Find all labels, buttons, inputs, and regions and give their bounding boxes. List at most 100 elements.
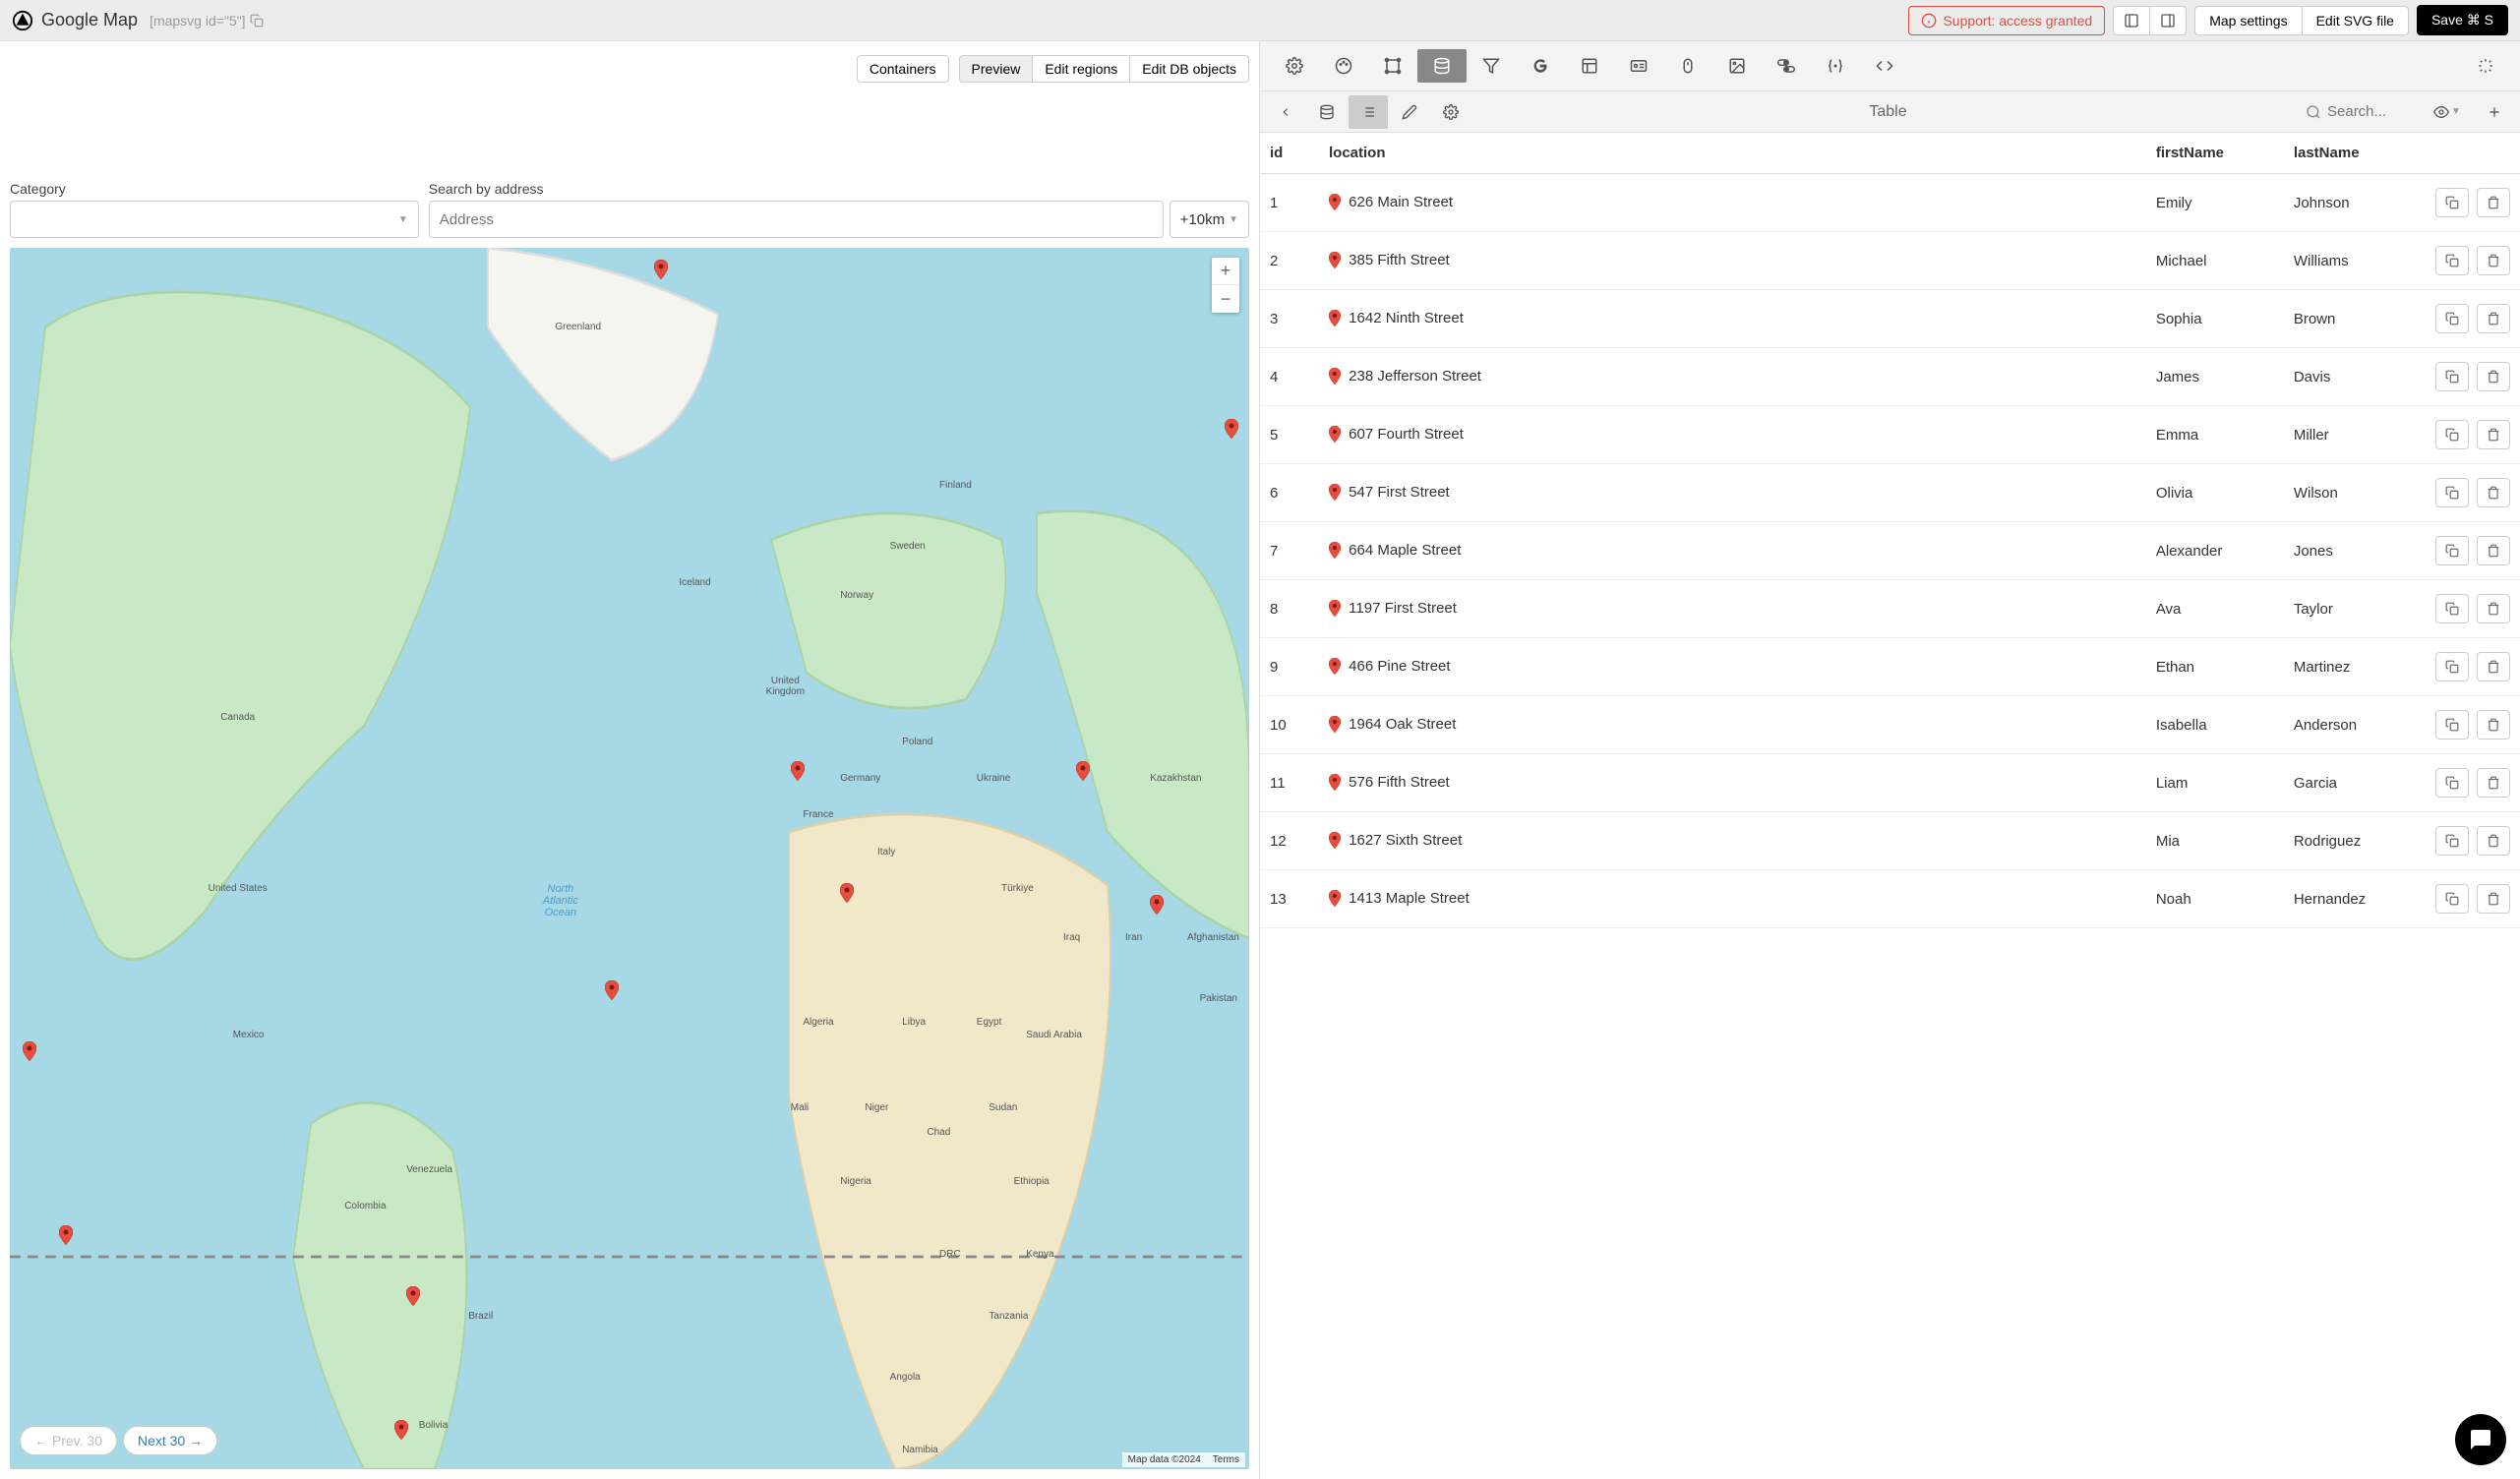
delete-button[interactable] xyxy=(2477,768,2510,798)
table-row[interactable]: 8 1197 First Street Ava Taylor xyxy=(1260,580,2520,638)
delete-button[interactable] xyxy=(2477,710,2510,740)
map-pin[interactable] xyxy=(394,1420,408,1440)
map-canvas[interactable]: Greenland Iceland Canada United States M… xyxy=(10,248,1249,1469)
layout-icon[interactable] xyxy=(1565,49,1614,83)
copy-button[interactable] xyxy=(2435,710,2469,740)
map-pin[interactable] xyxy=(605,980,619,1000)
edit-svg-button[interactable]: Edit SVG file xyxy=(2303,6,2409,35)
map-pin[interactable] xyxy=(23,1041,36,1061)
sparkle-icon[interactable] xyxy=(2461,49,2510,83)
zoom-out-button[interactable]: − xyxy=(1212,285,1239,313)
delete-button[interactable] xyxy=(2477,594,2510,623)
add-button[interactable] xyxy=(2475,95,2514,129)
copy-button[interactable] xyxy=(2435,362,2469,391)
distance-select[interactable]: +10km ▼ xyxy=(1170,201,1249,238)
save-button[interactable]: Save ⌘ S xyxy=(2417,5,2508,35)
table-row[interactable]: 4 238 Jefferson Street James Davis xyxy=(1260,348,2520,406)
delete-button[interactable] xyxy=(2477,884,2510,914)
edit-icon[interactable] xyxy=(1390,95,1429,129)
map-pin[interactable] xyxy=(406,1286,420,1306)
table-row[interactable]: 9 466 Pine Street Ethan Martinez xyxy=(1260,638,2520,696)
filter-icon[interactable] xyxy=(1467,49,1516,83)
copy-button[interactable] xyxy=(2435,594,2469,623)
copy-button[interactable] xyxy=(2435,884,2469,914)
delete-button[interactable] xyxy=(2477,536,2510,565)
map-label: Tanzania xyxy=(989,1311,1028,1322)
table-row[interactable]: 7 664 Maple Street Alexander Jones xyxy=(1260,522,2520,580)
delete-button[interactable] xyxy=(2477,246,2510,275)
col-location[interactable]: location xyxy=(1319,133,2146,174)
address-input[interactable] xyxy=(429,201,1164,238)
zoom-in-button[interactable]: + xyxy=(1212,258,1239,285)
table-row[interactable]: 11 576 Fifth Street Liam Garcia xyxy=(1260,754,2520,812)
palette-icon[interactable] xyxy=(1319,49,1368,83)
tab-preview[interactable]: Preview xyxy=(959,55,1034,83)
next-page-button[interactable]: Next 30 → xyxy=(123,1426,217,1455)
search-input[interactable] xyxy=(2327,103,2426,120)
table-row[interactable]: 3 1642 Ninth Street Sophia Brown xyxy=(1260,290,2520,348)
map-pin[interactable] xyxy=(791,761,805,781)
delete-button[interactable] xyxy=(2477,304,2510,333)
copy-button[interactable] xyxy=(2435,652,2469,681)
copy-button[interactable] xyxy=(2435,246,2469,275)
map-settings-button[interactable]: Map settings xyxy=(2194,6,2302,35)
panel-left-button[interactable] xyxy=(2113,6,2150,35)
table-row[interactable]: 6 547 First Street Olivia Wilson xyxy=(1260,464,2520,522)
back-icon[interactable] xyxy=(1266,95,1305,129)
card-icon[interactable] xyxy=(1614,49,1663,83)
list-view-icon[interactable] xyxy=(1349,95,1388,129)
table-row[interactable]: 12 1627 Sixth Street Mia Rodriguez xyxy=(1260,812,2520,870)
copy-button[interactable] xyxy=(2435,420,2469,449)
col-lastname[interactable]: lastName xyxy=(2284,133,2422,174)
table-row[interactable]: 13 1413 Maple Street Noah Hernandez xyxy=(1260,870,2520,928)
copy-button[interactable] xyxy=(2435,188,2469,217)
copy-button[interactable] xyxy=(2435,826,2469,856)
tab-containers[interactable]: Containers xyxy=(857,55,949,83)
panel-right-button[interactable] xyxy=(2150,6,2187,35)
map-pin[interactable] xyxy=(1225,419,1238,439)
delete-button[interactable] xyxy=(2477,362,2510,391)
table-row[interactable]: 5 607 Fourth Street Emma Miller xyxy=(1260,406,2520,464)
braces-icon[interactable] xyxy=(1811,49,1860,83)
copy-button[interactable] xyxy=(2435,536,2469,565)
code-icon[interactable] xyxy=(1860,49,1909,83)
copy-button[interactable] xyxy=(2435,304,2469,333)
support-badge[interactable]: Support: access granted xyxy=(1908,6,2105,35)
visibility-icon[interactable]: ▼ xyxy=(2428,95,2467,129)
copy-button[interactable] xyxy=(2435,768,2469,798)
database-small-icon[interactable] xyxy=(1307,95,1347,129)
map-pin[interactable] xyxy=(1150,895,1164,915)
delete-button[interactable] xyxy=(2477,826,2510,856)
map-pin[interactable] xyxy=(840,883,854,903)
regions-icon[interactable] xyxy=(1368,49,1417,83)
table-row[interactable]: 10 1964 Oak Street Isabella Anderson xyxy=(1260,696,2520,754)
google-icon[interactable] xyxy=(1516,49,1565,83)
col-firstname[interactable]: firstName xyxy=(2146,133,2284,174)
toggle-icon[interactable] xyxy=(1762,49,1811,83)
copy-button[interactable] xyxy=(2435,478,2469,507)
delete-button[interactable] xyxy=(2477,420,2510,449)
tab-edit-regions[interactable]: Edit regions xyxy=(1033,55,1130,83)
table-row[interactable]: 2 385 Fifth Street Michael Williams xyxy=(1260,232,2520,290)
image-icon[interactable] xyxy=(1712,49,1762,83)
database-icon[interactable] xyxy=(1417,49,1467,83)
cell-lastname: Hernandez xyxy=(2284,870,2422,928)
map-pin[interactable] xyxy=(59,1225,73,1245)
table-row[interactable]: 1 626 Main Street Emily Johnson xyxy=(1260,174,2520,232)
delete-button[interactable] xyxy=(2477,478,2510,507)
prev-page-button[interactable]: ← Prev. 30 xyxy=(20,1426,117,1455)
mouse-icon[interactable] xyxy=(1663,49,1712,83)
category-select[interactable]: ▼ xyxy=(10,201,419,238)
tab-edit-db-objects[interactable]: Edit DB objects xyxy=(1130,55,1249,83)
map-pin[interactable] xyxy=(1076,761,1090,781)
delete-button[interactable] xyxy=(2477,188,2510,217)
col-id[interactable]: id xyxy=(1260,133,1319,174)
gear-icon[interactable] xyxy=(1431,95,1470,129)
cell-id: 12 xyxy=(1260,812,1319,870)
chat-bubble[interactable] xyxy=(2455,1414,2506,1465)
delete-button[interactable] xyxy=(2477,652,2510,681)
settings-icon[interactable] xyxy=(1270,49,1319,83)
map-pin[interactable] xyxy=(654,260,668,279)
cell-firstname: Olivia xyxy=(2146,464,2284,522)
map-terms-link[interactable]: Terms xyxy=(1207,1452,1245,1467)
